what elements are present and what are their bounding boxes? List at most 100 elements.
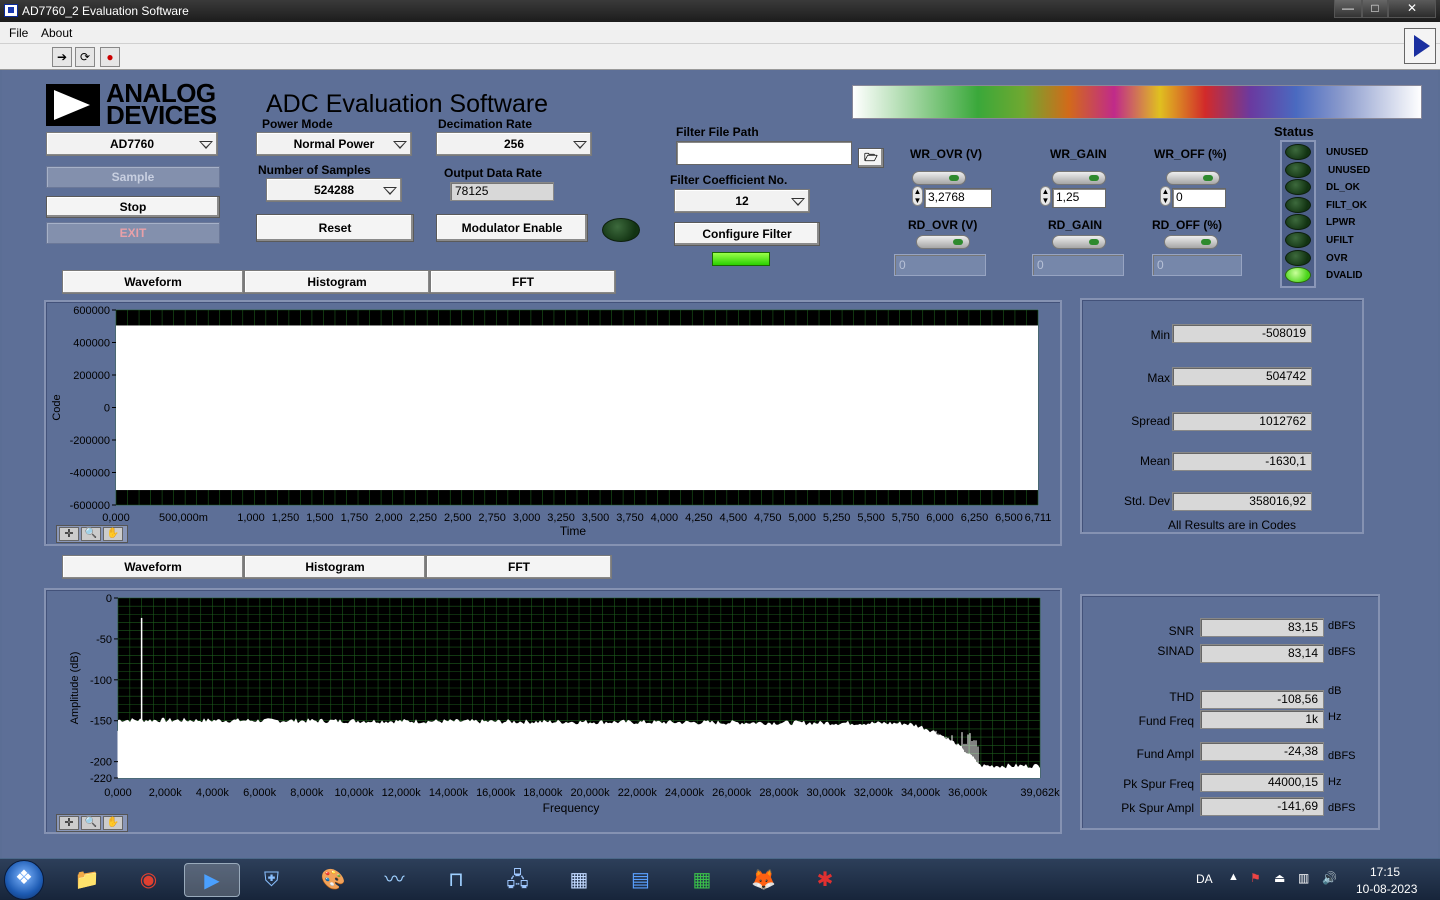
clock-date[interactable]: 10-08-2023	[1356, 882, 1417, 896]
fft-graph-palette: ✛ 🔍 ✋	[56, 814, 128, 832]
x-tick-label: 6,000k	[243, 787, 277, 799]
modulator-enable-button[interactable]: Modulator Enable	[436, 214, 588, 242]
filter-path-input[interactable]	[676, 141, 852, 165]
wr-off-label: WR_OFF (%)	[1154, 147, 1227, 161]
waveform-gen-icon[interactable]: ⊓	[439, 863, 473, 897]
chrome-icon[interactable]: ◉	[132, 863, 166, 897]
network-icon[interactable]: 🖧	[501, 863, 535, 897]
y-tick-label: -100	[90, 675, 112, 687]
wr-off-input[interactable]: 0	[1172, 188, 1226, 208]
volume-icon[interactable]: 🔊	[1322, 871, 1337, 885]
zoom-icon[interactable]: 🔍	[81, 527, 101, 541]
samples-select[interactable]: 524288	[266, 178, 402, 202]
spur-ampl-value: -141,69	[1200, 797, 1324, 816]
x-tick-label: 3,250	[547, 512, 575, 524]
spur-freq-label: Pk Spur Freq	[1123, 777, 1194, 791]
clock-time[interactable]: 17:15	[1370, 865, 1400, 879]
bug-icon[interactable]: ✱	[808, 863, 842, 897]
crosshair-icon[interactable]: ✛	[59, 816, 79, 830]
tab-waveform[interactable]: Waveform	[62, 270, 244, 294]
x-tick-label: 6,000	[926, 512, 954, 524]
pan-hand-icon[interactable]: ✋	[103, 816, 123, 830]
minimize-button[interactable]: —	[1334, 0, 1362, 18]
folder-browse-icon[interactable]: 🗁	[858, 148, 884, 168]
tab-waveform[interactable]: Waveform	[62, 555, 244, 579]
x-tick-label: 8,000k	[290, 787, 324, 799]
app-icon	[4, 4, 18, 17]
language-indicator[interactable]: DA	[1196, 872, 1213, 886]
wr-gain-input[interactable]: 1,25	[1052, 188, 1106, 208]
wr-ovr-slider[interactable]	[912, 171, 966, 185]
snr-unit: dBFS	[1328, 620, 1356, 632]
configure-filter-button[interactable]: Configure Filter	[674, 222, 820, 246]
zoom-icon[interactable]: 🔍	[81, 816, 101, 830]
run-continuous-icon[interactable]: ⟳	[75, 47, 95, 67]
filter-coef-select[interactable]: 12	[674, 189, 810, 213]
crosshair-icon[interactable]: ✛	[59, 527, 79, 541]
rd-gain-slider	[1052, 235, 1106, 249]
x-tick-label: 20,000k	[570, 787, 610, 799]
reset-button[interactable]: Reset	[256, 214, 414, 242]
stop-button[interactable]: Stop	[46, 196, 220, 218]
fund-ampl-unit: dBFS	[1328, 750, 1356, 762]
x-tick-label: 32,000k	[854, 787, 894, 799]
labview-app-icon[interactable]: ▶	[184, 863, 240, 897]
fft-graph: 0 -50 -100 -150 -200 -220 0,000 2,000k 4,000k 6,0…	[69, 593, 1060, 815]
writer-icon[interactable]: ▤	[624, 863, 658, 897]
x-tick-label: 28,000k	[759, 787, 799, 799]
power-mode-select[interactable]: Normal Power	[256, 132, 412, 156]
x-tick-label: 2,250	[409, 512, 437, 524]
abort-icon[interactable]: ●	[100, 47, 120, 67]
wr-ovr-spinner[interactable]: ▲ ▼	[912, 186, 923, 206]
pan-hand-icon[interactable]: ✋	[103, 527, 123, 541]
mean-value: -1630,1	[1172, 452, 1312, 471]
wr-off-slider[interactable]	[1166, 171, 1220, 185]
status-led-filt-ok	[1285, 196, 1311, 213]
run-arrow-icon[interactable]	[1404, 28, 1436, 64]
calc-sheet-icon[interactable]: ▦	[685, 863, 719, 897]
x-tick-label: 1,750	[341, 512, 369, 524]
maximize-button[interactable]: □	[1362, 0, 1388, 18]
safely-remove-icon[interactable]: ⏏	[1274, 871, 1285, 885]
sample-button[interactable]: Sample	[46, 166, 220, 188]
x-tick-label: 6,500	[995, 512, 1023, 524]
wr-gain-slider[interactable]	[1052, 171, 1106, 185]
status-label: DL_OK	[1326, 182, 1360, 194]
mean-label: Mean	[1139, 454, 1170, 468]
x-tick-label: 4,250	[685, 512, 713, 524]
device-select[interactable]: AD7760	[46, 132, 218, 156]
calculator-icon[interactable]: ▦	[562, 863, 596, 897]
min-label: Min	[1150, 328, 1170, 342]
tab-fft[interactable]: FFT	[430, 270, 616, 294]
run-icon[interactable]: ➔	[52, 47, 72, 67]
rd-off-indicator: 0	[1152, 254, 1242, 276]
wr-ovr-input[interactable]: 3,2768	[924, 188, 992, 208]
network-tray-icon[interactable]: ▥	[1298, 871, 1309, 885]
tab-histogram[interactable]: Histogram	[244, 555, 426, 579]
fox-icon[interactable]: 🦊	[747, 863, 781, 897]
x-tick-label: 3,000	[513, 512, 541, 524]
tab-fft[interactable]: FFT	[426, 555, 612, 579]
spur-freq-unit: Hz	[1328, 776, 1342, 788]
windows-start-icon[interactable]: ❖	[4, 860, 44, 900]
decimation-select[interactable]: 256	[436, 132, 592, 156]
menu-about[interactable]: About	[41, 26, 72, 40]
paint-icon[interactable]: 🎨	[316, 863, 350, 897]
oscilloscope-icon[interactable]: 〰	[378, 863, 412, 897]
chevron-down-icon	[393, 141, 407, 149]
wr-gain-spinner[interactable]: ▲ ▼	[1040, 186, 1051, 206]
fund-ampl-value: -24,38	[1200, 742, 1324, 761]
file-explorer-icon[interactable]: 📁	[70, 863, 104, 897]
close-button[interactable]: ✕	[1388, 0, 1436, 18]
tray-expand-icon[interactable]: ▲	[1228, 871, 1239, 883]
network-admin-icon[interactable]: ⛨	[255, 863, 289, 897]
menu-file[interactable]: File	[9, 26, 28, 40]
x-tick-label: 4,000k	[196, 787, 230, 799]
flag-icon[interactable]: ⚑	[1250, 871, 1261, 885]
filter-path-label: Filter File Path	[676, 125, 759, 139]
exit-button[interactable]: EXIT	[46, 222, 220, 244]
thd-value: -108,56	[1200, 690, 1324, 709]
snr-label: SNR	[1168, 624, 1194, 638]
tab-histogram[interactable]: Histogram	[244, 270, 430, 294]
wr-off-spinner[interactable]: ▲ ▼	[1160, 186, 1171, 206]
